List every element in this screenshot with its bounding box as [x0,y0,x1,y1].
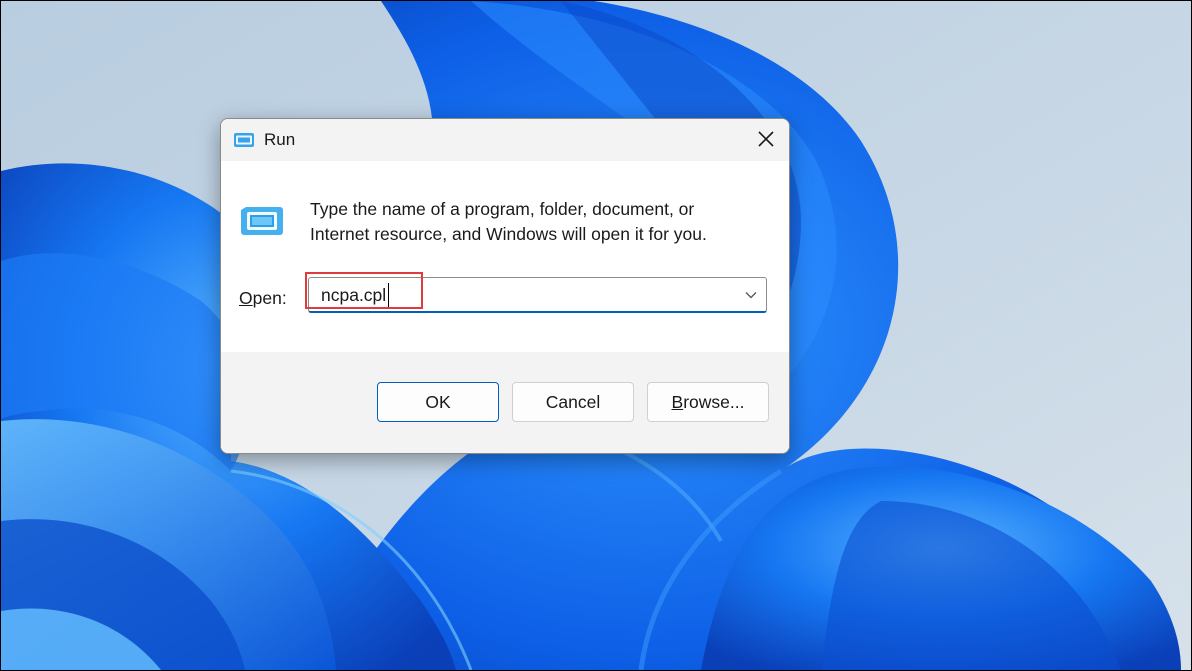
open-label-rest: pen: [252,288,287,308]
chevron-down-icon [745,292,757,299]
run-icon [241,207,283,235]
dialog-description: Type the name of a program, folder, docu… [310,197,770,247]
open-label-accesskey: O [239,288,253,308]
browse-label-rest: rowse... [683,391,745,412]
dialog-title: Run [264,130,296,149]
open-input[interactable] [321,278,721,312]
text-caret [388,283,389,307]
dialog-body: Type the name of a program, folder, docu… [221,161,789,352]
open-label: Open: [239,288,287,309]
dialog-footer: OK Cancel Browse... [221,352,789,453]
browse-button[interactable]: Browse... [647,382,769,422]
run-dialog: Run Type the name of a program, folder, … [220,118,790,454]
cancel-button[interactable]: Cancel [512,382,634,422]
title-bar[interactable]: Run [221,119,789,161]
close-icon [758,131,774,147]
ok-button[interactable]: OK [377,382,499,422]
close-button[interactable] [743,119,789,159]
run-icon [234,133,254,147]
browse-accesskey: B [671,391,684,412]
dropdown-button[interactable] [736,278,766,312]
description-line-1: Type the name of a program, folder, docu… [310,199,695,219]
description-line-2: Internet resource, and Windows will open… [310,224,707,244]
open-combobox[interactable] [308,277,767,313]
desktop: Run Type the name of a program, folder, … [0,0,1192,671]
